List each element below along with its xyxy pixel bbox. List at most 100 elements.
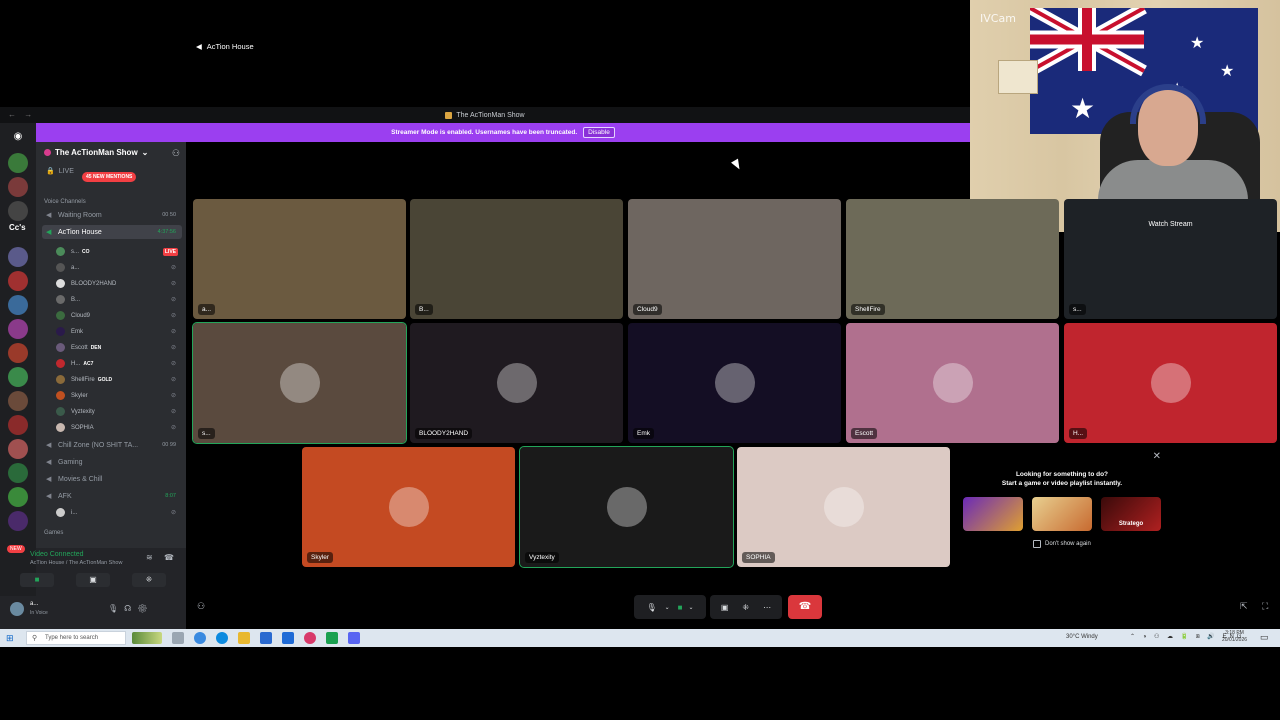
weather-widget[interactable]: 30°C Windy xyxy=(1066,634,1098,640)
channel-movies[interactable]: ◀ Movies & Chill xyxy=(42,472,182,486)
camera-icon[interactable]: ■ xyxy=(678,603,683,612)
voice-user[interactable]: H... AC7 ⊘ xyxy=(56,357,180,370)
discord-home-icon[interactable]: ◉ xyxy=(10,131,26,143)
video-tile[interactable]: SOPHIA xyxy=(737,447,950,567)
video-tile[interactable]: Emk xyxy=(628,323,841,443)
video-tile[interactable]: H... xyxy=(1064,323,1277,443)
server-label[interactable]: Cc's xyxy=(9,223,26,232)
explorer-icon[interactable] xyxy=(238,632,250,644)
voice-user[interactable]: Cloud9 ⊘ xyxy=(56,309,180,322)
server-icon[interactable] xyxy=(8,343,28,363)
voice-user[interactable]: s... CO LIVE xyxy=(56,245,180,258)
disconnect-button[interactable]: ☎ xyxy=(788,595,822,619)
server-icon[interactable] xyxy=(8,319,28,339)
server-icon[interactable] xyxy=(8,295,28,315)
popout-icon[interactable]: ⇱ xyxy=(1240,601,1248,612)
video-tile[interactable]: Cloud9 xyxy=(628,199,841,319)
channel-chill-zone[interactable]: ◀ Chill Zone (NO SHIT TA... 00 99 xyxy=(42,438,182,452)
noise-suppression-icon[interactable]: ≋ xyxy=(146,553,153,562)
chevron-down-icon[interactable]: ⌄ xyxy=(665,604,670,611)
server-icon[interactable] xyxy=(8,487,28,507)
voice-user[interactable]: Skyler ⊘ xyxy=(56,389,180,402)
discord-icon[interactable] xyxy=(348,632,360,644)
start-icon[interactable]: ⊞ xyxy=(6,633,16,643)
store-icon[interactable] xyxy=(260,632,272,644)
channel-gaming[interactable]: ◀ Gaming xyxy=(42,455,182,469)
activities-icon[interactable]: ⁜ xyxy=(742,603,749,612)
screen-share-button[interactable]: ▣ xyxy=(76,573,110,587)
channel-afk[interactable]: ◀ AFK 8:07 xyxy=(42,489,182,503)
close-icon[interactable]: ✕ xyxy=(1153,451,1161,462)
video-tile[interactable]: Vyztexity xyxy=(519,446,734,568)
server-icon[interactable] xyxy=(8,391,28,411)
activity-game-card[interactable]: Stratego xyxy=(1101,497,1161,531)
headset-icon[interactable]: ☊ xyxy=(124,604,137,613)
server-icon[interactable] xyxy=(8,463,28,483)
notification-icon[interactable]: ▭ xyxy=(1260,632,1269,643)
video-tile[interactable]: Skyler xyxy=(302,447,515,567)
server-icon[interactable] xyxy=(8,201,28,221)
voice-user[interactable]: Vyztexity ⊘ xyxy=(56,405,180,418)
app-icon[interactable] xyxy=(326,632,338,644)
activities-button[interactable]: ⁜ xyxy=(132,573,166,587)
camera-button[interactable]: ■ xyxy=(20,573,54,587)
voice-channels-category[interactable]: Voice Channels xyxy=(44,199,86,205)
video-tile[interactable]: BLOODY2HAND xyxy=(410,323,623,443)
activity-game-card[interactable] xyxy=(963,497,1023,531)
server-icon[interactable] xyxy=(8,415,28,435)
games-category[interactable]: Games xyxy=(44,530,63,536)
voice-user[interactable]: i... ⊘ xyxy=(56,506,180,519)
task-view-icon[interactable] xyxy=(172,632,184,644)
mic-icon[interactable]: 🎙 xyxy=(108,604,124,613)
server-icon[interactable] xyxy=(8,177,28,197)
my-username[interactable]: a... xyxy=(30,601,38,607)
dont-show-checkbox[interactable] xyxy=(1033,540,1041,548)
clock[interactable]: 3:18 PM 20/01/2026 xyxy=(1222,630,1247,644)
voice-user[interactable]: a... ⊘ xyxy=(56,261,180,274)
avatar[interactable] xyxy=(10,602,24,616)
fullscreen-icon[interactable]: ⛶ xyxy=(1262,601,1268,612)
taskbar-search[interactable]: ⚲ Type here to search xyxy=(26,631,126,645)
chevron-down-icon[interactable]: ⌄ xyxy=(689,604,694,611)
video-tile[interactable]: a... xyxy=(193,199,406,319)
invite-icon[interactable]: ⚇ xyxy=(197,601,205,612)
gear-icon[interactable]: ⚙ xyxy=(137,604,153,613)
server-icon[interactable] xyxy=(8,439,28,459)
new-mentions-badge[interactable]: 45 NEW MENTIONS xyxy=(82,172,137,182)
app-icon[interactable] xyxy=(304,632,316,644)
mail-icon[interactable] xyxy=(282,632,294,644)
voice-user[interactable]: SOPHIA ⊘ xyxy=(56,421,180,434)
voice-connected-label[interactable]: Video Connected xyxy=(30,551,84,558)
voice-user[interactable]: ShellFire GOLD ⊘ xyxy=(56,373,180,386)
server-icon[interactable] xyxy=(8,511,28,531)
voice-user[interactable]: Emk ⊘ xyxy=(56,325,180,338)
widgets-icon[interactable] xyxy=(132,632,162,644)
video-tile[interactable]: B... xyxy=(410,199,623,319)
disconnect-icon[interactable]: ☎ xyxy=(164,553,174,562)
invite-user-icon[interactable]: ⚇ xyxy=(172,148,180,159)
video-tile[interactable]: ShellFire xyxy=(846,199,1059,319)
screen-share-icon[interactable]: ▣ xyxy=(721,603,729,612)
server-icon[interactable] xyxy=(8,153,28,173)
channel-waiting-room[interactable]: ◀ Waiting Room 00 50 xyxy=(42,208,182,222)
video-tile[interactable]: Watch Stream s... xyxy=(1064,199,1277,319)
watch-stream-button[interactable]: Watch Stream xyxy=(1148,221,1192,228)
server-icon[interactable] xyxy=(8,367,28,387)
server-icon[interactable] xyxy=(8,247,28,267)
activity-game-card[interactable] xyxy=(1032,497,1092,531)
channel-action-house[interactable]: ◀ AcTion House 4:37:56 xyxy=(42,225,182,239)
edge-icon[interactable] xyxy=(216,632,228,644)
disable-button[interactable]: Disable xyxy=(583,127,615,138)
server-icon[interactable] xyxy=(8,271,28,291)
voice-user[interactable]: BLOODY2HAND ⊘ xyxy=(56,277,180,290)
more-icon[interactable]: ⋯ xyxy=(763,603,771,612)
live-channel[interactable]: 🔒 LIVE xyxy=(46,167,74,176)
voice-user[interactable]: Escott DEN ⊘ xyxy=(56,341,180,354)
video-tile[interactable]: s... xyxy=(192,322,407,444)
chrome-icon[interactable] xyxy=(194,632,206,644)
nav-arrows-icon[interactable]: ← → xyxy=(8,110,35,119)
video-tile[interactable]: Escott xyxy=(846,323,1059,443)
server-name[interactable]: The AcTionMan Show ⌄ xyxy=(44,148,148,157)
voice-user[interactable]: B... ⊘ xyxy=(56,293,180,306)
mic-icon[interactable]: 🎙 xyxy=(646,603,656,612)
